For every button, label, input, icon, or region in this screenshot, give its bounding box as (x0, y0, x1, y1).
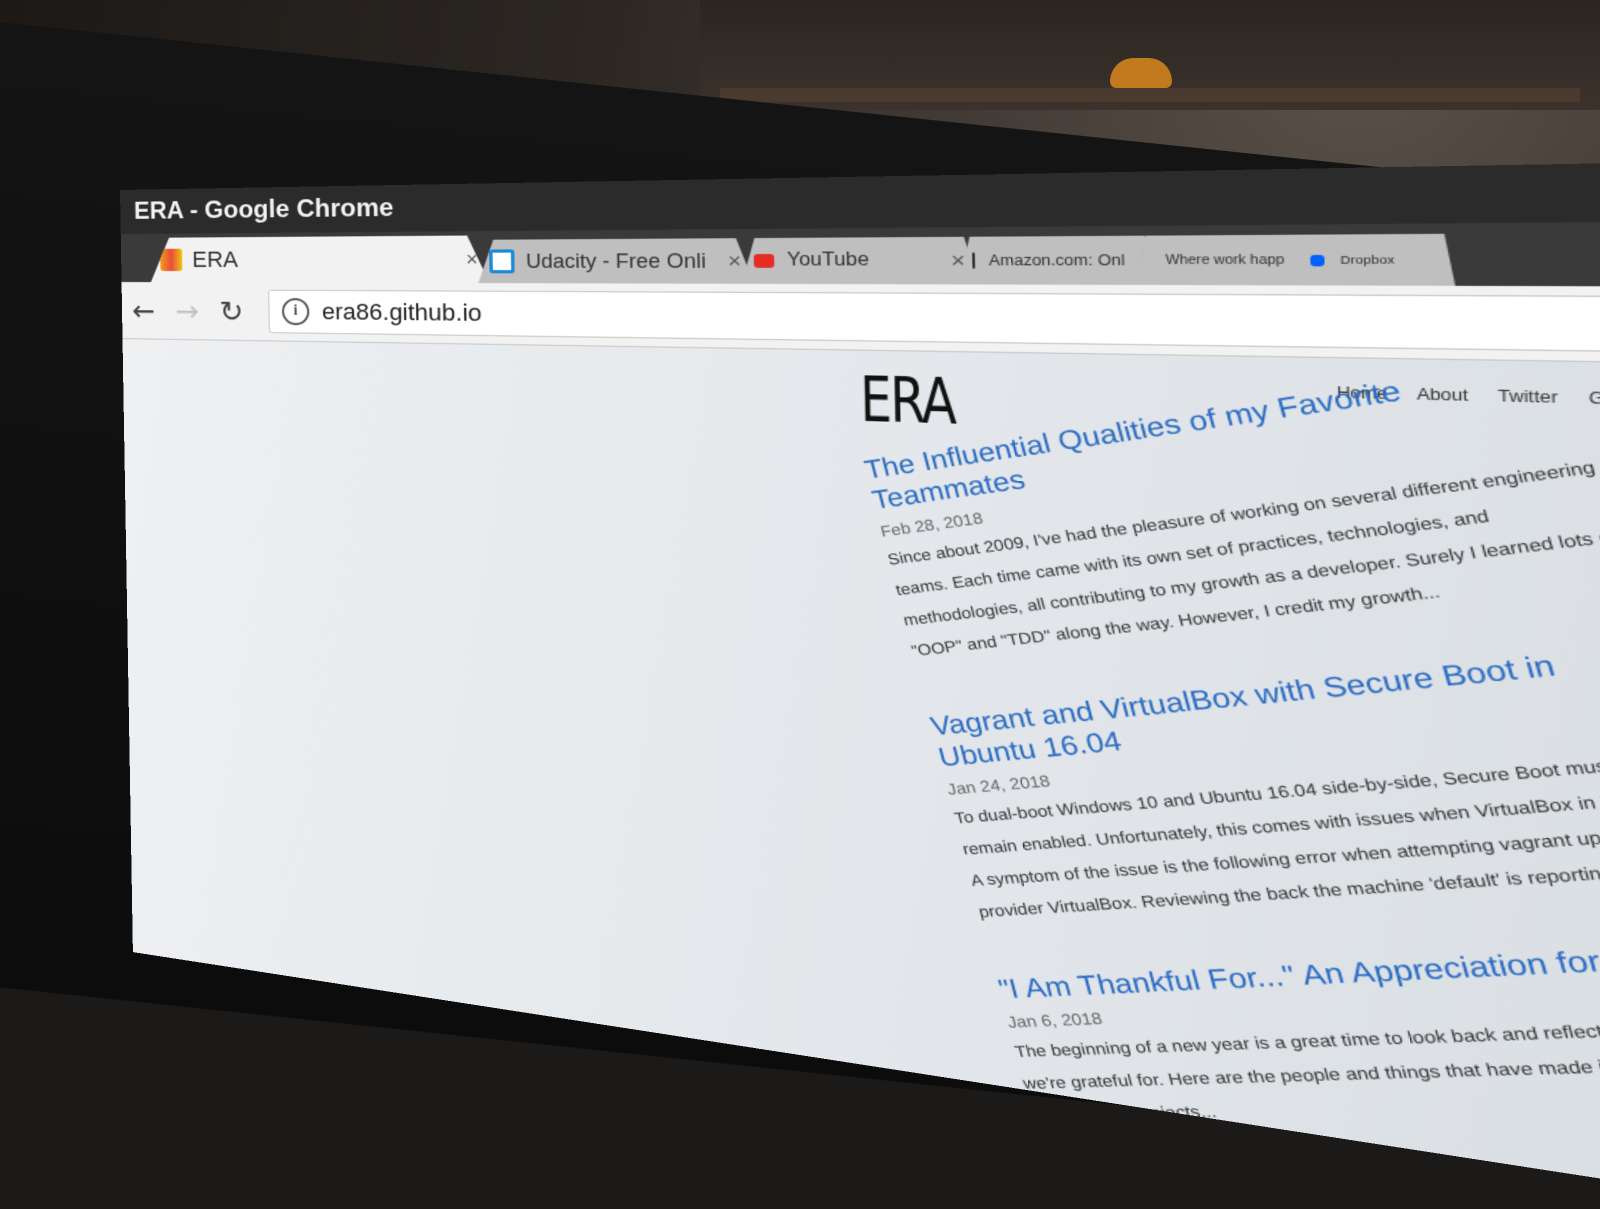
dropbox-icon (1310, 254, 1324, 265)
info-icon[interactable]: i (282, 298, 310, 325)
post-item: The Influential Qualities of my Favorite… (861, 349, 1600, 667)
tab-title: Dropbox (1340, 253, 1395, 266)
post-item: "I Am Thankful For..." An Appreciation f… (995, 937, 1600, 1132)
tab-youtube[interactable]: YouTube × (741, 237, 980, 285)
youtube-icon (754, 254, 775, 268)
tab-dropbox[interactable]: Dropbox (1294, 234, 1455, 286)
tab-title: Where work happ (1165, 253, 1284, 267)
post-list: The Influential Qualities of my Favorite… (861, 349, 1600, 1179)
nav-link-github[interactable]: GitHub (1588, 389, 1600, 409)
forward-icon[interactable]: → (165, 294, 210, 328)
tab-title: ERA (192, 246, 238, 273)
tab-udacity[interactable]: Udacity - Free Onli × (478, 238, 755, 284)
close-icon[interactable]: × (455, 248, 479, 271)
background-object (1110, 58, 1172, 88)
post-item: Vagrant and VirtualBox with Secure Boot … (927, 639, 1600, 929)
background-shelf-edge (720, 88, 1580, 102)
laptop-screen: ERA - Google Chrome ERA × Udacity - Free… (120, 160, 1600, 1209)
tab-title: YouTube (787, 250, 870, 271)
web-page: Home About Twitter GitHub ERA The Influe… (123, 339, 1600, 1209)
tab-title: Amazon.com: Onl (989, 252, 1125, 269)
tab-slack[interactable]: Where work happ × (1136, 235, 1319, 286)
site-title: ERA (859, 362, 955, 439)
tab-era[interactable]: ERA × (150, 235, 490, 283)
era-favicon-icon (160, 249, 182, 271)
url-text: era86.github.io (322, 298, 482, 327)
close-icon[interactable]: × (937, 248, 966, 273)
tab-amazon[interactable]: Amazon.com: Onl × (958, 236, 1159, 285)
close-icon[interactable]: × (715, 249, 741, 273)
back-icon[interactable]: ← (122, 294, 166, 328)
reload-icon[interactable]: ↻ (209, 294, 254, 328)
tab-title: Udacity - Free Onli (526, 249, 707, 273)
amazon-icon (972, 252, 975, 269)
udacity-icon (489, 249, 515, 273)
